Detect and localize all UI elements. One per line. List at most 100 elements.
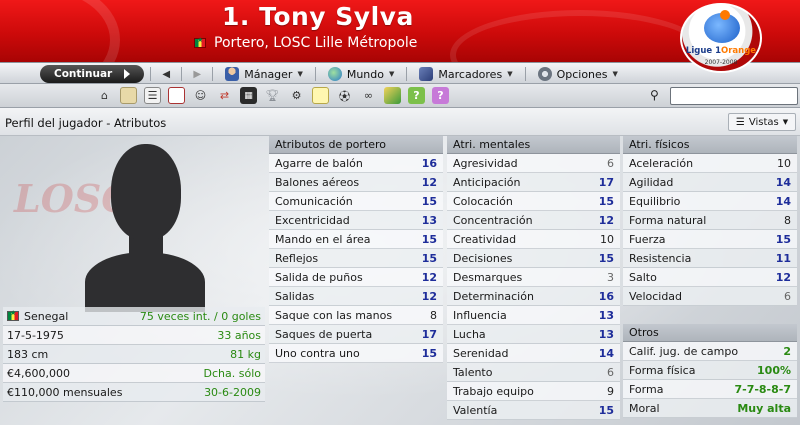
- attribute-row: Resistencia 11: [623, 249, 797, 268]
- attribute-value: 13: [598, 308, 614, 322]
- attribute-name: Lucha: [453, 327, 486, 341]
- globe-icon: [327, 67, 342, 81]
- attribute-row: Uno contra uno 15: [269, 344, 443, 363]
- other-list: Calif. jug. de campo 2 Forma física 100% For…: [623, 342, 797, 418]
- attribute-row: Agarre de balón 16: [269, 154, 443, 173]
- attribute-value: 17: [598, 175, 614, 189]
- attribute-row: Forma física 100%: [623, 361, 797, 380]
- inbox-icon[interactable]: [120, 87, 137, 104]
- back-icon[interactable]: ◀: [157, 69, 175, 80]
- menu-manager[interactable]: Mánager ▼: [219, 67, 309, 81]
- attribute-value: 15: [421, 232, 437, 246]
- attribute-value: 15: [775, 232, 791, 246]
- separator: [181, 67, 183, 81]
- attribute-value: 100%: [757, 363, 791, 377]
- scout-icon[interactable]: ∞: [360, 87, 377, 104]
- attribute-name: Saque con las manos: [275, 308, 393, 322]
- calendar-icon[interactable]: [168, 87, 185, 104]
- tactics-icon[interactable]: ▦: [240, 87, 257, 104]
- help-icon[interactable]: ?: [408, 87, 425, 104]
- breadcrumb: Perfil del jugador - Atributos: [5, 116, 167, 130]
- height: 183 cm: [7, 347, 49, 361]
- attribute-row: Equilibrio 14: [623, 192, 797, 211]
- attribute-value: 14: [775, 194, 791, 208]
- info-row-birth: 17-5-1975 33 años: [3, 326, 265, 345]
- attribute-name: Anticipación: [453, 175, 521, 189]
- info-icon[interactable]: ?: [432, 87, 449, 104]
- player-photo-placeholder: [85, 144, 205, 312]
- attribute-value: 7-7-8-8-7: [734, 382, 791, 396]
- attribute-name: Forma natural: [629, 213, 707, 227]
- league-logo[interactable]: Ligue 1Orange 2007-2008: [680, 3, 762, 73]
- attribute-value: 14: [775, 175, 791, 189]
- attribute-row: Valentía 15: [447, 401, 620, 420]
- transfers-icon[interactable]: ⇄: [216, 87, 233, 104]
- international-caps: 75 veces int. / 0 goles: [139, 309, 261, 323]
- player-profile-panel: LOSC Senegal 75 veces int. / 0 goles 17-…: [0, 136, 266, 425]
- attribute-value: 6: [607, 365, 614, 379]
- panel-title: Atri. físicos: [623, 136, 797, 154]
- chevron-down-icon: ▼: [507, 70, 513, 78]
- attribute-value: 15: [421, 251, 437, 265]
- info-row-size: 183 cm 81 kg: [3, 345, 265, 364]
- attribute-row: Anticipación 17: [447, 173, 620, 192]
- section-header: Perfil del jugador - Atributos ☰ Vistas …: [0, 108, 800, 136]
- panel-title: Otros: [623, 324, 797, 342]
- menu-bookmarks[interactable]: Marcadores ▼: [413, 67, 518, 81]
- menu-world[interactable]: Mundo ▼: [322, 67, 401, 81]
- match-icon[interactable]: ⚽︎: [336, 87, 353, 104]
- notes-icon[interactable]: [312, 87, 329, 104]
- league-ball-icon: [704, 10, 740, 43]
- attribute-row: Forma 7-7-8-8-7: [623, 380, 797, 399]
- shortcut-toolbar: ⌂ ☰ ☺ ⇄ ▦ 🏆︎ ⚙ ⚽︎ ∞ ? ? ⚲: [0, 84, 800, 108]
- attribute-value: 8: [784, 213, 791, 227]
- separator: [406, 67, 408, 81]
- trophy-icon[interactable]: 🏆︎: [264, 87, 281, 104]
- continue-button[interactable]: Continuar: [40, 65, 145, 83]
- senegal-flag-icon: [194, 36, 206, 48]
- training-icon[interactable]: ⚙: [288, 87, 305, 104]
- forward-icon[interactable]: ▶: [188, 69, 206, 80]
- attribute-name: Colocación: [453, 194, 513, 208]
- attribute-row: Salidas 12: [269, 287, 443, 306]
- attribute-value: 16: [421, 156, 437, 170]
- attribute-name: Reflejos: [275, 251, 319, 265]
- attribute-row: Colocación 15: [447, 192, 620, 211]
- attribute-value: 8: [430, 308, 437, 322]
- attribute-name: Fuerza: [629, 232, 666, 246]
- attribute-row: Talento 6: [447, 363, 620, 382]
- attribute-name: Salida de puños: [275, 270, 363, 284]
- position-club[interactable]: Portero, LOSC Lille Métropole: [214, 35, 417, 51]
- attribute-name: Uno contra uno: [275, 346, 360, 360]
- attribute-value: 12: [421, 270, 437, 284]
- mental-attributes-panel: Atri. mentales Agresividad 6 Anticipación 1…: [447, 136, 620, 420]
- attribute-value: 12: [421, 175, 437, 189]
- chevron-down-icon: ▼: [389, 70, 395, 78]
- staff-icon[interactable]: ☺: [192, 87, 209, 104]
- attribute-row: Concentración 12: [447, 211, 620, 230]
- player-info-table: Senegal 75 veces int. / 0 goles 17-5-197…: [3, 307, 265, 402]
- senegal-flag-icon: [7, 309, 19, 321]
- separator: [524, 67, 526, 81]
- attribute-row: Serenidad 14: [447, 344, 620, 363]
- other-info-panel: Otros Calif. jug. de campo 2 Forma física 1…: [623, 324, 797, 418]
- attribute-row: Excentricidad 13: [269, 211, 443, 230]
- attribute-name: Salidas: [275, 289, 315, 303]
- menu-options[interactable]: Opciones ▼: [532, 67, 624, 81]
- home-icon[interactable]: ⌂: [96, 87, 113, 104]
- physical-attributes-panel: Atri. físicos Aceleración 10 Agilidad 14 Equ…: [623, 136, 797, 306]
- squad-icon[interactable]: ☰: [144, 87, 161, 104]
- league-logo-text: Ligue 1Orange: [685, 46, 757, 56]
- search-input[interactable]: [670, 87, 798, 105]
- attribute-row: Reflejos 15: [269, 249, 443, 268]
- nation-name[interactable]: Senegal: [24, 310, 68, 323]
- attribute-value: 17: [421, 327, 437, 341]
- attribute-value: 15: [598, 194, 614, 208]
- search-icon[interactable]: ⚲: [650, 88, 666, 104]
- weight: 81 kg: [230, 347, 261, 361]
- info-row-value: €4,600,000 Dcha. sólo: [3, 364, 265, 383]
- attribute-name: Forma: [629, 382, 664, 396]
- attribute-value: 9: [607, 384, 614, 398]
- views-dropdown[interactable]: ☰ Vistas ▼: [728, 113, 796, 131]
- finances-icon[interactable]: [384, 87, 401, 104]
